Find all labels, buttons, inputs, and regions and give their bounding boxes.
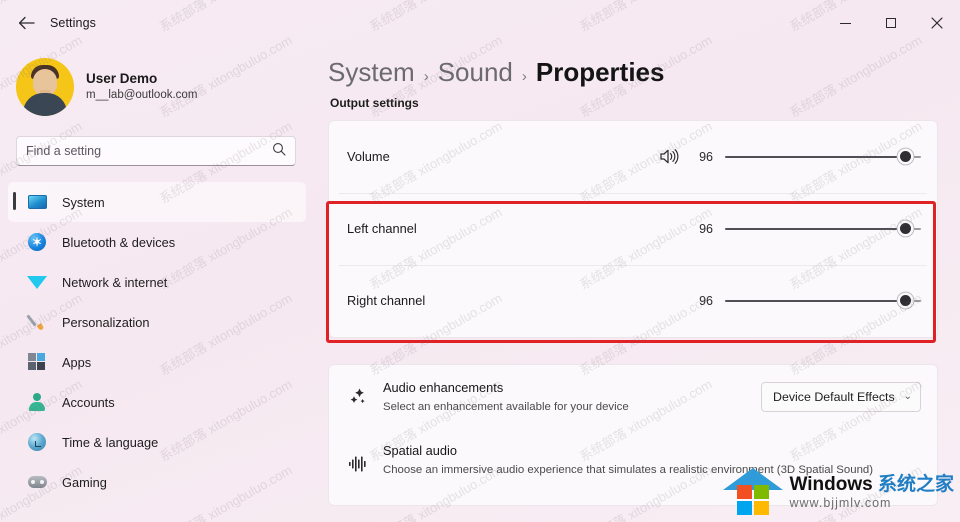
sidebar-item-system[interactable]: System [8,182,306,222]
chevron-right-icon: › [423,68,429,85]
speaker-volume-icon[interactable] [659,148,679,165]
left-channel-label: Left channel [347,221,417,237]
watermark-brand-cn: 系统之家 [877,474,954,496]
sidebar-item-label: Bluetooth & devices [62,234,176,250]
window-title: Settings [50,16,96,30]
slider-track-fill [725,227,905,231]
close-icon [931,17,943,29]
sidebar-item-apps[interactable]: Apps [8,342,306,382]
site-watermark: Windows 系统之家 www.bjjmlv.com [723,466,954,518]
maximize-icon [886,18,896,28]
sidebar-item-gaming[interactable]: Gaming [8,462,306,502]
left-channel-slider[interactable] [725,220,921,238]
audio-enhancements-dropdown[interactable]: Device Default Effects ⌄ [761,381,921,412]
network-icon [26,272,48,292]
search-icon[interactable] [272,142,286,161]
watermark-url: www.bjjmlv.com [789,495,892,510]
slider-track-rest [913,227,921,231]
watermark-brand-en: Windows [789,474,878,496]
volume-controls: 96 [659,148,921,166]
volume-value: 96 [699,149,713,164]
watermark-text: Windows 系统之家 www.bjjmlv.com [789,474,954,510]
sidebar-item-accounts[interactable]: Accounts [8,382,306,422]
apps-icon [26,352,48,372]
bluetooth-icon: ✶ [26,232,48,252]
sidebar-item-time-language[interactable]: Time & language [8,422,306,462]
sidebar: User Demo m__lab@outlook.com System ✶ Bl… [0,46,316,522]
settings-window: Settings User Demo m__lab@outlook.com Fi… [0,0,960,522]
title-bar: Settings [0,0,960,46]
volume-label: Volume [347,149,390,165]
breadcrumb-system[interactable]: System [328,57,415,88]
slider-track-rest [913,299,921,303]
chevron-right-icon: › [521,68,527,85]
slider-track-fill [725,155,905,159]
audio-enhancements-text: Audio enhancements Select an enhancement… [383,378,629,416]
breadcrumb: System › Sound › Properties [328,57,960,88]
right-channel-value: 96 [699,293,713,308]
avatar-body [23,93,67,116]
right-channel-slider[interactable] [725,292,921,310]
sidebar-item-label: Personalization [62,314,150,330]
dropdown-value: Device Default Effects [773,389,895,404]
search-input[interactable] [26,144,268,158]
slider-track-rest [913,155,921,159]
sidebar-item-personalization[interactable]: Personalization [8,302,306,342]
audio-enhancements-title: Audio enhancements [383,380,504,396]
sidebar-item-label: Apps [62,354,92,370]
accounts-icon [26,392,48,412]
profile-text: User Demo m__lab@outlook.com [86,70,197,104]
avatar [16,58,74,116]
sparkles-icon [343,387,373,407]
sidebar-item-label: System [62,194,105,210]
right-channel-label: Right channel [347,293,426,309]
main-content: System › Sound › Properties Output setti… [316,46,960,522]
volume-row: Volume 96 [329,121,937,193]
audio-enhancements-subtitle: Select an enhancement available for your… [383,401,629,414]
sidebar-item-label: Accounts [62,394,115,410]
page-title: Properties [535,57,665,87]
breadcrumb-sound[interactable]: Sound [438,57,513,88]
sidebar-item-network-internet[interactable]: Network & internet [8,262,306,302]
sidebar-item-label: Time & language [62,434,159,450]
minimize-icon [839,22,851,24]
audio-enhancements-row[interactable]: Audio enhancements Select an enhancement… [329,365,937,429]
chevron-down-icon: ⌄ [903,391,912,403]
personalization-icon [26,312,48,332]
left-channel-controls: 96 [691,220,921,238]
sidebar-item-label: Gaming [62,474,107,490]
spatial-audio-title: Spatial audio [383,442,457,458]
back-button[interactable] [10,7,42,39]
audio-waveform-icon [343,455,373,473]
section-label-output-settings: Output settings [330,95,419,110]
right-channel-controls: 96 [691,292,921,310]
gaming-icon [26,472,48,492]
output-settings-card: Volume 96 Left channel 96 Right channel … [328,119,938,338]
system-icon [26,192,48,212]
slider-thumb[interactable] [900,295,911,307]
minimize-button[interactable] [822,0,868,46]
search-box[interactable] [16,136,296,166]
right-channel-row: Right channel 96 [329,264,937,337]
windows-house-logo-icon [723,466,784,518]
volume-slider[interactable] [725,148,921,166]
back-arrow-icon [18,16,35,30]
sidebar-item-bluetooth-devices[interactable]: ✶ Bluetooth & devices [8,222,306,262]
sidebar-item-label: Network & internet [62,274,168,290]
slider-track-fill [725,299,905,303]
slider-thumb[interactable] [900,151,911,163]
profile-name: User Demo [86,71,158,87]
profile-email: m__lab@outlook.com [86,89,198,102]
left-channel-row: Left channel 96 [329,192,937,265]
sidebar-nav: System ✶ Bluetooth & devices Network & i… [0,182,316,502]
slider-thumb[interactable] [900,223,911,235]
close-button[interactable] [914,0,960,46]
user-profile[interactable]: User Demo m__lab@outlook.com [16,58,316,116]
time-language-icon [26,432,48,452]
left-channel-value: 96 [699,221,713,236]
window-controls [822,0,960,46]
maximize-button[interactable] [868,0,914,46]
